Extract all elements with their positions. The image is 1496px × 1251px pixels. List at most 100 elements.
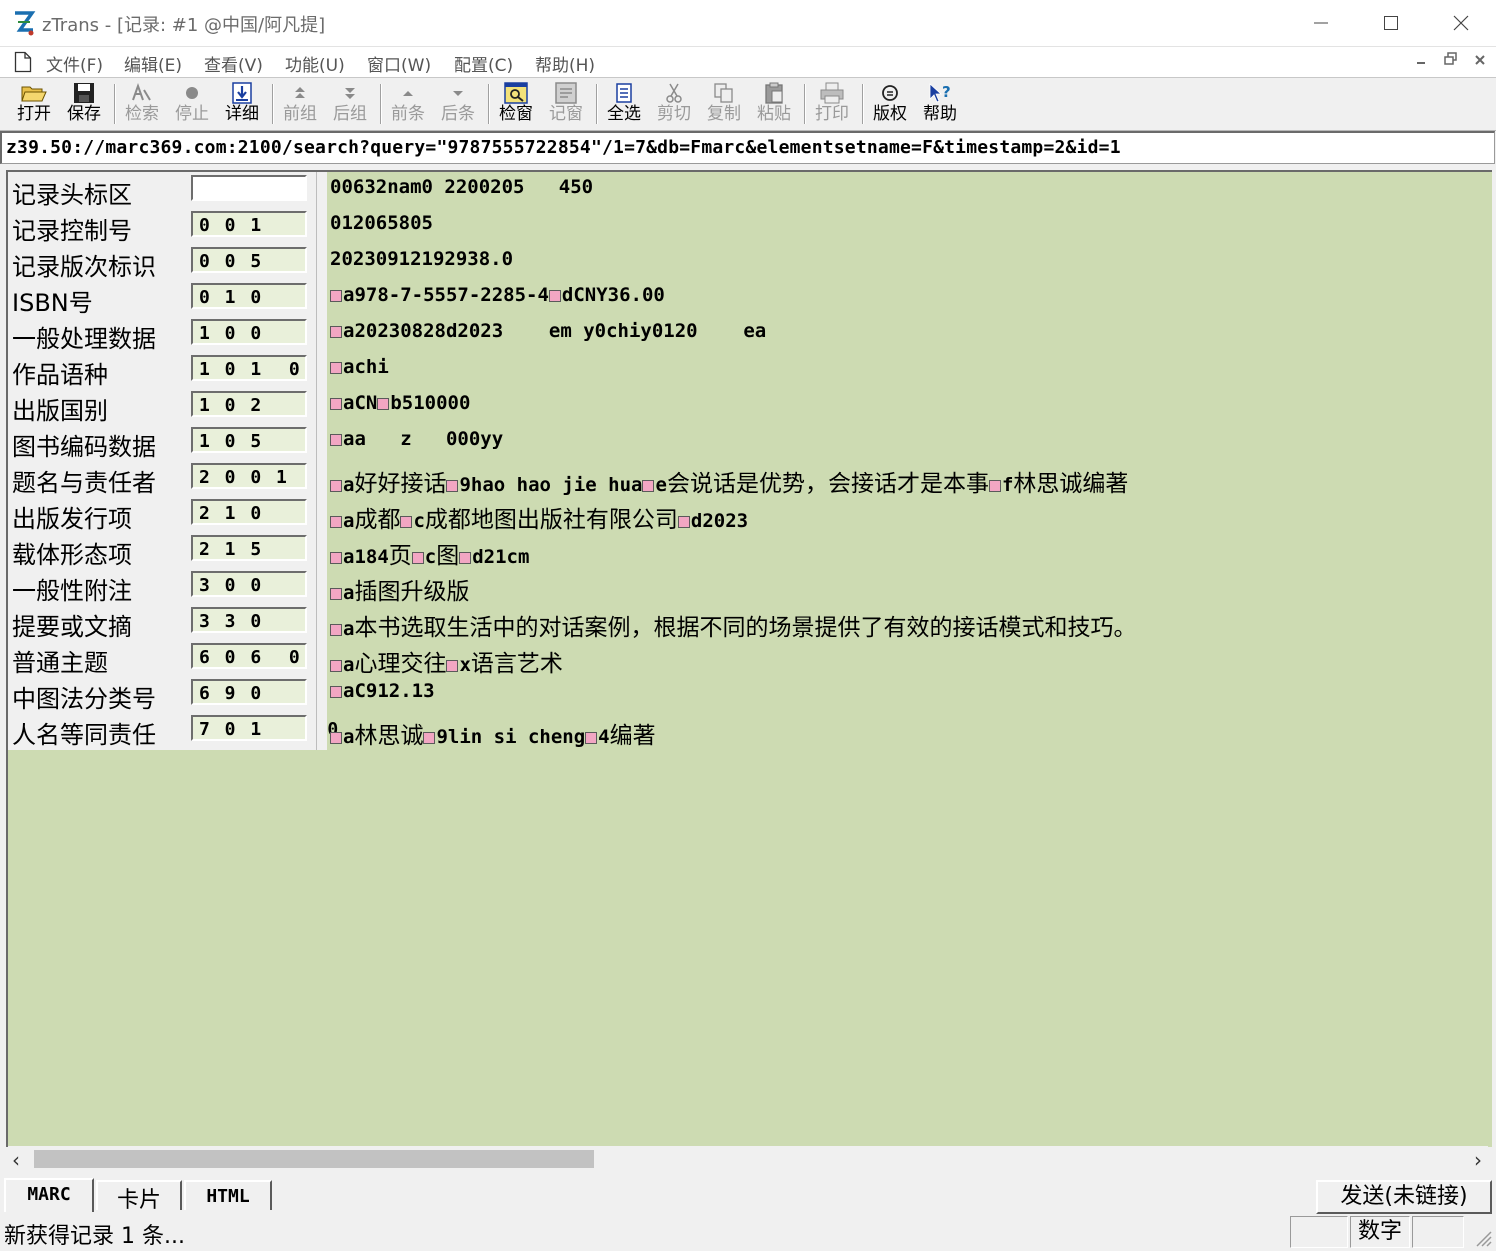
send-button[interactable]: 发送(未链接) (1316, 1180, 1492, 1214)
field-content-segment: a184 (343, 546, 389, 568)
field-content[interactable]: a本书选取生活中的对话案例，根据不同的场景提供了有效的接话模式和技巧。 (330, 608, 1136, 642)
mdi-close-button[interactable] (1469, 52, 1491, 72)
marc-field-row[interactable]: 题名与责任者 2 0 0 1 a好好接话 9hao hao jie hua e会说话是优… (8, 460, 1488, 498)
menu-edit[interactable]: 编辑(E) (124, 51, 182, 76)
field-label: 图书编码数据 (12, 433, 156, 461)
open-button[interactable]: 打开 (10, 80, 58, 128)
marc-field-row[interactable]: 普通主题 6 0 6 0 a心理交往 x语言艺术 (8, 640, 1488, 678)
prev-record-button[interactable]: 前条 (384, 80, 432, 128)
next-record-button[interactable]: 后条 (434, 80, 482, 128)
next-group-button[interactable]: 后组 (326, 80, 374, 128)
marc-field-row[interactable]: 作品语种 1 0 1 0 achi (8, 352, 1488, 389)
cut-button[interactable]: 剪切 (650, 80, 698, 128)
tab-marc[interactable]: MARC (4, 1178, 94, 1212)
field-content[interactable]: aCN b510000 (330, 392, 470, 414)
stop-button[interactable]: 停止 (168, 80, 216, 128)
tab-html[interactable]: HTML (184, 1180, 272, 1210)
field-tag-box[interactable]: 0 0 5 (191, 247, 307, 273)
field-tag: 2 1 5 (199, 539, 264, 560)
field-tag-box[interactable]: 1 0 1 0 (191, 355, 307, 381)
menu-config[interactable]: 配置(C) (454, 51, 513, 76)
subfield-marker-icon (411, 552, 424, 564)
tab-card[interactable]: 卡片 (96, 1180, 182, 1213)
menu-file[interactable]: 文件(F) (46, 51, 103, 76)
marc-field-row[interactable]: 中图法分类号 6 9 0 aC912.13 (8, 676, 1488, 713)
field-tag-box[interactable]: 7 0 1 0 (191, 715, 338, 741)
save-button[interactable]: 保存 (60, 80, 108, 128)
marc-field-row[interactable]: 出版发行项 2 1 0 a成都 c成都地图出版社有限公司 d2023 (8, 496, 1488, 534)
field-content[interactable]: a成都 c成都地图出版社有限公司 d2023 (330, 500, 748, 534)
field-tag-box[interactable] (191, 175, 307, 201)
help-button[interactable]: ? 帮助 (916, 80, 964, 128)
check-window-button[interactable]: 检窗 (492, 80, 540, 128)
field-content[interactable]: a978-7-5557-2285-4 dCNY36.00 (330, 284, 665, 306)
prev-group-button[interactable]: 前组 (276, 80, 324, 128)
field-content[interactable]: a心理交往 x语言艺术 (330, 644, 563, 678)
select-all-button[interactable]: 全选 (600, 80, 648, 128)
scroll-left-arrow-icon[interactable]: ‹ (12, 1148, 20, 1172)
minimize-button[interactable] (1286, 0, 1356, 46)
copyright-icon (882, 85, 898, 101)
field-content[interactable]: aa z 000yy (330, 428, 503, 450)
search-button[interactable]: 检索 (118, 80, 166, 128)
detail-button[interactable]: 详细 (218, 80, 266, 128)
field-tag-box[interactable]: 1 0 2 (191, 391, 307, 417)
marc-field-row[interactable]: 提要或文摘 3 3 0 a本书选取生活中的对话案例，根据不同的场景提供了有效的接话模… (8, 604, 1488, 642)
close-button[interactable] (1426, 0, 1496, 46)
field-tag-box[interactable]: 1 0 5 (191, 427, 307, 453)
menu-function[interactable]: 功能(U) (285, 51, 345, 76)
marc-field-row[interactable]: 载体形态项 2 1 5 a184页 c图 d21cm (8, 532, 1488, 570)
subfield-marker-icon (330, 624, 342, 636)
scroll-right-arrow-icon[interactable]: › (1474, 1148, 1482, 1172)
maximize-button[interactable] (1356, 0, 1426, 46)
field-tag-box[interactable]: 0 1 0 (191, 283, 307, 309)
field-tag-box[interactable]: 6 0 6 0 (191, 643, 307, 669)
scrollbar-thumb[interactable] (34, 1150, 594, 1168)
mdi-restore-button[interactable] (1440, 52, 1462, 72)
url-bar[interactable]: z39.50://marc369.com:2100/search?query="… (0, 131, 1495, 164)
marc-field-row[interactable]: 出版国别 1 0 2 aCN b510000 (8, 388, 1488, 425)
field-tag-box[interactable]: 2 0 0 1 (191, 463, 307, 489)
field-content[interactable]: 20230912192938.0 (330, 248, 513, 270)
field-content-segment: 4 (598, 726, 610, 748)
menu-help[interactable]: 帮助(H) (535, 51, 595, 76)
field-tag-box[interactable]: 2 1 0 (191, 499, 307, 525)
horizontal-scrollbar[interactable]: ‹ › (8, 1146, 1488, 1172)
field-content[interactable]: a184页 c图 d21cm (330, 536, 529, 570)
field-content[interactable]: 00632nam0 2200205 450 (330, 176, 593, 198)
copyright-button[interactable]: 版权 (866, 80, 914, 128)
log-window-button[interactable]: 记窗 (542, 80, 590, 128)
paste-button[interactable]: 粘贴 (750, 80, 798, 128)
resize-grip-icon[interactable] (1472, 1227, 1492, 1247)
field-tag-box[interactable]: 0 0 1 (191, 211, 307, 237)
field-label: 普通主题 (12, 649, 108, 677)
marc-field-row[interactable]: 图书编码数据 1 0 5 aa z 000yy (8, 424, 1488, 461)
marc-field-row[interactable]: 一般性附注 3 0 0 a插图升级版 (8, 568, 1488, 606)
menu-window[interactable]: 窗口(W) (367, 51, 431, 76)
field-tag-box[interactable]: 3 0 0 (191, 571, 307, 597)
field-content[interactable]: 012065805 (330, 212, 433, 234)
mdi-minimize-button[interactable] (1410, 52, 1432, 72)
copy-button[interactable]: 复制 (700, 80, 748, 128)
url-text: z39.50://marc369.com:2100/search?query="… (6, 137, 1121, 158)
field-content[interactable]: a20230828d2023 em y0chiy0120 ea (330, 320, 766, 342)
menu-view[interactable]: 查看(V) (204, 51, 263, 76)
marc-field-row[interactable]: ISBN号 0 1 0 a978-7-5557-2285-4 dCNY36.00 (8, 280, 1488, 317)
marc-field-row[interactable]: 一般处理数据 1 0 0 a20230828d2023 em y0chiy0120 … (8, 316, 1488, 353)
print-button[interactable]: 打印 (808, 80, 856, 128)
field-tag-box[interactable]: 3 3 0 (191, 607, 307, 633)
field-content[interactable]: achi (330, 356, 389, 378)
field-content[interactable]: a好好接话 9hao hao jie hua e会说话是优势，会接话才是本事 f林思诚… (330, 464, 1128, 498)
marc-record-view[interactable]: 记录头标区 00632nam0 2200205 450 记录控制号 0 0 1 0120… (6, 170, 1492, 1147)
field-tag-box[interactable]: 1 0 0 (191, 319, 307, 345)
marc-field-row[interactable]: 记录版次标识 0 0 5 20230912192938.0 (8, 244, 1488, 281)
field-content[interactable]: aC912.13 (330, 680, 435, 702)
field-tag-box[interactable]: 6 9 0 (191, 679, 307, 705)
marc-field-row[interactable]: 记录头标区 00632nam0 2200205 450 (8, 172, 1488, 209)
field-content[interactable]: a插图升级版 (330, 572, 469, 606)
field-content[interactable]: a林思诚 9lin si cheng 4编著 (330, 716, 656, 750)
marc-field-row[interactable]: 记录控制号 0 0 1 012065805 (8, 208, 1488, 245)
field-tag-box[interactable]: 2 1 5 (191, 535, 307, 561)
marc-field-row[interactable]: 人名等同责任 7 0 1 0 a林思诚 9lin si cheng 4编著 (8, 712, 1488, 750)
view-tabs: MARC 卡片 HTML (0, 1176, 1496, 1213)
